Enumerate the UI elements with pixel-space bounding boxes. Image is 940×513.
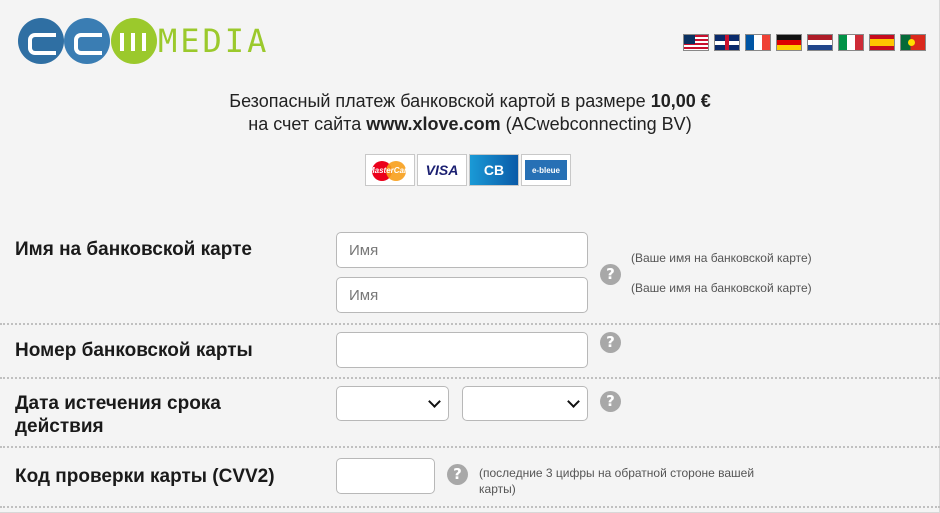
cardholder-name-hint: (Ваше имя на банковской карте) <box>631 281 812 295</box>
cardholder-last-name-input[interactable] <box>336 277 588 313</box>
cb-label: CB <box>483 162 505 178</box>
flag-gb-icon[interactable] <box>714 34 740 51</box>
cvv-hint-line2: карты) <box>479 482 516 496</box>
cardholder-first-name-input[interactable] <box>336 232 588 268</box>
logo-m-icon <box>111 18 157 64</box>
visa-icon: VISA <box>417 154 467 186</box>
help-icon[interactable]: ? <box>600 391 621 412</box>
chevron-down-icon <box>567 395 580 408</box>
mastercard-icon: MasterCard <box>365 154 415 186</box>
intro-text: на счет сайта <box>248 114 367 134</box>
cardholder-name-hint: (Ваше имя на банковской карте) <box>631 251 812 265</box>
flag-it-icon[interactable] <box>838 34 864 51</box>
payment-intro-line2: на счет сайта www.xlove.com (ACwebconnec… <box>0 113 940 135</box>
cvv-label: Код проверки карты (CVV2) <box>15 466 275 487</box>
expiry-label-line1: Дата истечения срока <box>15 393 221 414</box>
logo-c1-icon <box>18 18 64 64</box>
payment-amount: 10,00 € <box>650 91 711 111</box>
flag-nl-icon[interactable] <box>807 34 833 51</box>
cvv-hint: (последние 3 цифры на обратной стороне в… <box>479 465 754 497</box>
expiry-label-line2: действия <box>15 416 104 437</box>
flag-es-icon[interactable] <box>869 34 895 51</box>
chevron-down-icon <box>428 395 441 408</box>
ebleue-icon: e-bleue <box>521 154 571 186</box>
row-divider <box>0 506 940 508</box>
help-icon[interactable]: ? <box>447 464 468 485</box>
flag-de-icon[interactable] <box>776 34 802 51</box>
row-divider <box>0 446 940 448</box>
row-divider <box>0 377 940 379</box>
ccmedia-logo: MEDIA <box>18 18 278 66</box>
logo-c2-icon <box>64 18 110 64</box>
cvv-hint-line1: (последние 3 цифры на обратной стороне в… <box>479 466 755 480</box>
card-number-label: Номер банковской карты <box>15 340 253 361</box>
row-divider <box>0 323 940 325</box>
intro-text: Безопасный платеж банковской картой в ра… <box>229 91 651 111</box>
expiry-month-select[interactable] <box>336 386 449 421</box>
payment-methods: MasterCard VISA CB e-bleue <box>365 154 571 186</box>
flag-us-icon[interactable] <box>683 34 709 51</box>
expiry-label: Дата истечения срока действия <box>15 392 221 438</box>
mastercard-label: MasterCard <box>367 165 412 175</box>
expiry-year-select[interactable] <box>462 386 588 421</box>
flag-fr-icon[interactable] <box>745 34 771 51</box>
ebleue-label: e-bleue <box>525 160 567 180</box>
cb-icon: CB <box>469 154 519 186</box>
help-icon[interactable]: ? <box>600 332 621 353</box>
merchant-company: (ACwebconnecting BV) <box>500 114 692 134</box>
logo-wordmark: MEDIA <box>158 22 270 60</box>
help-icon[interactable]: ? <box>600 264 621 285</box>
language-selector <box>683 34 926 51</box>
cardholder-name-label: Имя на банковской карте <box>15 239 252 260</box>
flag-pt-icon[interactable] <box>900 34 926 51</box>
payment-intro-line1: Безопасный платеж банковской картой в ра… <box>0 90 940 112</box>
cvv-input[interactable] <box>336 458 435 494</box>
card-number-input[interactable] <box>336 332 588 368</box>
merchant-site: www.xlove.com <box>366 114 501 134</box>
visa-label: VISA <box>425 162 459 178</box>
